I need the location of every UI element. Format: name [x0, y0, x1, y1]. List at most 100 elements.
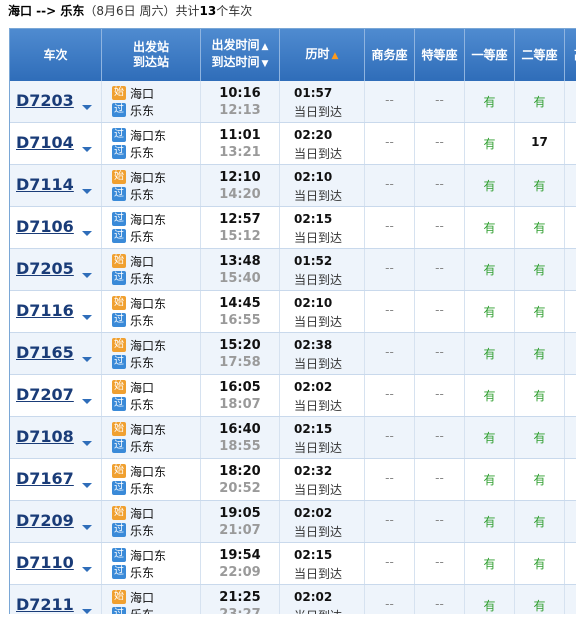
duration-cell: 02:10 当日到达: [280, 165, 365, 206]
train-number-link[interactable]: D7209: [16, 511, 74, 530]
train-number-link[interactable]: D7110: [16, 553, 74, 572]
dropdown-arrow-icon[interactable]: [82, 609, 92, 614]
second-class-cell: 有: [515, 165, 565, 206]
duration-cell: 02:38 当日到达: [280, 333, 365, 374]
business-seat-cell: --: [365, 123, 415, 164]
second-class-cell: 有: [515, 543, 565, 584]
header-station[interactable]: 出发站 到达站: [102, 29, 201, 81]
train-number-link[interactable]: D7114: [16, 175, 74, 194]
sort-asc-icon[interactable]: ▲: [332, 51, 339, 61]
table-row: D7108 始海口东过乐东 16:40 18:55 02:15 当日到达 -- -- 有 有: [10, 417, 576, 459]
dropdown-arrow-icon[interactable]: [82, 189, 92, 194]
sort-down-icon[interactable]: ▼: [262, 59, 269, 69]
header-train[interactable]: 车次: [10, 29, 102, 81]
departure-station: 海口东: [130, 423, 167, 437]
train-number-link[interactable]: D7205: [16, 259, 74, 278]
business-seat: --: [385, 387, 394, 401]
departure-time: 19:05: [219, 506, 261, 521]
sort-up-icon[interactable]: ▲: [262, 42, 269, 52]
dropdown-arrow-icon[interactable]: [82, 399, 92, 404]
dropdown-arrow-icon[interactable]: [82, 315, 92, 320]
train-number-link[interactable]: D7207: [16, 385, 74, 404]
first-class-seat: 有: [483, 305, 496, 319]
first-class-seat: 有: [483, 347, 496, 361]
table-row: D7209 始海口过乐东 19:05 21:07 02:02 当日到达 -- -- 有 有: [10, 501, 576, 543]
train-number-link[interactable]: D7211: [16, 595, 74, 614]
duration-cell: 02:15 当日到达: [280, 417, 365, 458]
dropdown-arrow-icon[interactable]: [82, 147, 92, 152]
second-class-seat: 17: [531, 135, 548, 149]
train-number-link[interactable]: D7167: [16, 469, 74, 488]
special-seat-cell: --: [415, 501, 465, 542]
duration: 02:02: [294, 380, 333, 394]
arrival-station: 乐东: [130, 356, 155, 370]
arrival-station: 乐东: [130, 146, 155, 160]
dropdown-arrow-icon[interactable]: [82, 567, 92, 572]
arrival-day: 当日到达: [294, 441, 343, 455]
arrival-time: 20:52: [219, 481, 261, 496]
business-seat-cell: --: [365, 501, 415, 542]
train-cell: D7116: [10, 291, 102, 332]
business-seat: --: [385, 429, 394, 443]
dropdown-arrow-icon[interactable]: [82, 105, 92, 110]
departure-badge: 始: [112, 380, 126, 394]
time-cell: 19:54 22:09: [201, 543, 280, 584]
train-number-link[interactable]: D7203: [16, 91, 74, 110]
departure-time: 12:57: [219, 212, 261, 227]
partial-cell: [565, 459, 576, 500]
header-first-label: 一等座: [471, 47, 508, 62]
dropdown-arrow-icon[interactable]: [82, 357, 92, 362]
arrival-time: 23:27: [201, 607, 279, 614]
special-seat: --: [435, 303, 444, 317]
arrival-station: 乐东: [130, 440, 155, 454]
dropdown-arrow-icon[interactable]: [82, 231, 92, 236]
departure-time: 16:05: [219, 380, 261, 395]
second-class-seat: 有: [533, 95, 546, 109]
special-seat-cell: --: [415, 81, 465, 122]
header-duration[interactable]: 历时 ▲: [280, 29, 365, 81]
arrival-time: 14:20: [219, 187, 261, 202]
table-row: D7110 过海口东过乐东 19:54 22:09 02:15 当日到达 -- -- 有 有: [10, 543, 576, 585]
first-class-cell: 有: [465, 333, 515, 374]
search-summary: 海口 --> 乐东（8月6日 周六）共计13个车次: [8, 2, 252, 20]
header-dep-time-label: 出发时间: [211, 38, 260, 52]
train-cell: D7110: [10, 543, 102, 584]
train-cell: D7106: [10, 207, 102, 248]
special-seat-cell: --: [415, 543, 465, 584]
arrival-day: 当日到达: [294, 147, 343, 161]
special-seat: --: [435, 261, 444, 275]
duration-cell: 02:20 当日到达: [280, 123, 365, 164]
second-class-seat: 有: [533, 347, 546, 361]
first-class-cell: 有: [465, 417, 515, 458]
duration: 02:15: [294, 422, 333, 436]
arrival-time: 16:55: [219, 313, 261, 328]
header-time[interactable]: 出发时间 ▲ 到达时间 ▼: [201, 29, 280, 81]
time-cell: 21:25 23:27: [201, 585, 280, 614]
departure-badge: 始: [112, 86, 126, 100]
dropdown-arrow-icon[interactable]: [82, 483, 92, 488]
table-header: 车次 出发站 到达站 出发时间 ▲ 到达时间 ▼ 历时 ▲ 商务座 特等座 一等座 二…: [10, 29, 576, 81]
partial-cell: [565, 81, 576, 122]
departure-badge: 始: [112, 464, 126, 478]
arrival-day: 当日到达: [294, 607, 342, 614]
train-number-link[interactable]: D7106: [16, 217, 74, 236]
dropdown-arrow-icon[interactable]: [82, 525, 92, 530]
train-number-link[interactable]: D7108: [16, 427, 74, 446]
business-seat-cell: --: [365, 249, 415, 290]
dropdown-arrow-icon[interactable]: [82, 441, 92, 446]
arrival-time: 13:21: [219, 145, 261, 160]
second-class-seat: 有: [533, 473, 546, 487]
arrival-day: 当日到达: [294, 357, 343, 371]
duration: 02:15: [294, 212, 333, 226]
train-number-link[interactable]: D7104: [16, 133, 74, 152]
business-seat: --: [385, 261, 394, 275]
train-number-link[interactable]: D7165: [16, 343, 74, 362]
train-table: 车次 出发站 到达站 出发时间 ▲ 到达时间 ▼ 历时 ▲ 商务座 特等座 一等座 二…: [9, 28, 576, 614]
special-seat: --: [435, 429, 444, 443]
dropdown-arrow-icon[interactable]: [82, 273, 92, 278]
table-row: D7211 始海口过乐东 21:25 23:27 02:02 当日到达 -- -- 有 有: [10, 585, 576, 614]
arrival-time: 18:07: [219, 397, 261, 412]
second-class-cell: 有: [515, 585, 565, 614]
train-number-link[interactable]: D7116: [16, 301, 74, 320]
duration-cell: 01:52 当日到达: [280, 249, 365, 290]
